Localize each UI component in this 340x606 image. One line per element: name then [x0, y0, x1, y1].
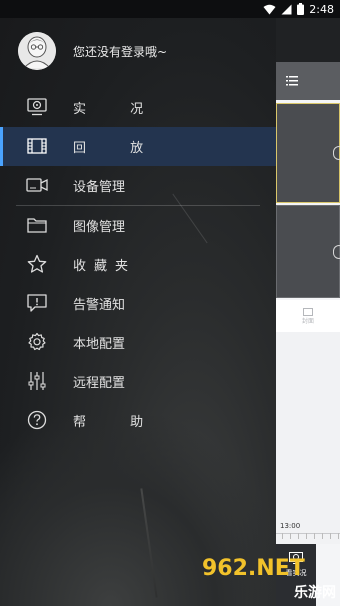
drawer-menu: 实 况 回 放 设备管理 图像管理 收藏夹 告警通知 本地配置 远程配置 帮 助: [0, 88, 276, 440]
menu-item-label: 设备管理: [73, 180, 126, 195]
user-profile[interactable]: 您还没有登录哦~: [18, 32, 167, 70]
menu-item-label: 帮 助: [73, 415, 164, 430]
list-icon[interactable]: [286, 76, 298, 86]
menu-item-label: 图像管理: [73, 220, 126, 235]
menu-item-label: 告警通知: [73, 298, 126, 313]
star-icon: [26, 254, 48, 274]
film-icon: [26, 136, 48, 156]
menu-item-remote-settings[interactable]: 远程配置: [0, 362, 276, 401]
gear-icon: [26, 332, 48, 352]
cover-icon: [303, 307, 313, 316]
status-bar: 2:48: [0, 0, 340, 18]
add-icon[interactable]: [333, 146, 340, 160]
battery-icon: [297, 3, 305, 15]
alert-message-icon: [26, 293, 48, 313]
navigation-drawer: 您还没有登录哦~ 实 况 回 放 设备管理 图像管理 收藏夹 告警通知 本地配置…: [0, 18, 276, 606]
menu-item-favorites[interactable]: 收藏夹: [0, 245, 276, 284]
signal-icon: [281, 4, 292, 14]
video-pane-selected[interactable]: [276, 103, 340, 203]
timeline[interactable]: 13:00: [276, 332, 340, 544]
timeline-time: 13:00: [280, 522, 301, 530]
wifi-icon: [263, 4, 276, 14]
folder-icon: [26, 215, 48, 235]
watermark-top-text: 962.NET: [202, 556, 305, 581]
cover-label: 封面: [301, 317, 314, 325]
monitor-icon: [26, 97, 48, 117]
menu-item-label: 收藏夹: [73, 259, 137, 274]
menu-item-playback[interactable]: 回 放: [0, 127, 276, 166]
menu-item-label: 本地配置: [73, 337, 126, 352]
menu-item-local-settings[interactable]: 本地配置: [0, 323, 276, 362]
menu-item-live[interactable]: 实 况: [0, 88, 276, 127]
help-icon: [26, 410, 48, 430]
video-pane[interactable]: [276, 205, 340, 298]
camera-icon: [26, 175, 48, 195]
timeline-ticks: [282, 533, 340, 539]
menu-item-device-management[interactable]: 设备管理: [0, 166, 276, 205]
sliders-icon: [26, 371, 48, 391]
menu-item-alarm-notifications[interactable]: 告警通知: [0, 284, 276, 323]
status-time: 2:48: [309, 2, 334, 16]
avatar[interactable]: [18, 32, 56, 70]
menu-item-help[interactable]: 帮 助: [0, 401, 276, 440]
username-label: 您还没有登录哦~: [73, 44, 168, 59]
playback-toolbar: [276, 62, 340, 100]
watermark-bottom-text: 乐游网: [294, 585, 336, 601]
watermark-logo: 962.NET 乐游网: [202, 554, 338, 602]
menu-item-label: 实 况: [73, 102, 164, 117]
playback-screen: 封面 13:00 看实况: [276, 62, 340, 606]
menu-item-label: 回 放: [73, 141, 164, 156]
cover-strip[interactable]: 封面: [276, 300, 340, 332]
menu-item-image-management[interactable]: 图像管理: [0, 206, 276, 245]
menu-item-label: 远程配置: [73, 376, 126, 391]
user-avatar-icon: [18, 32, 56, 70]
watermark-top: 962.NET: [202, 556, 305, 581]
add-icon[interactable]: [333, 244, 340, 259]
